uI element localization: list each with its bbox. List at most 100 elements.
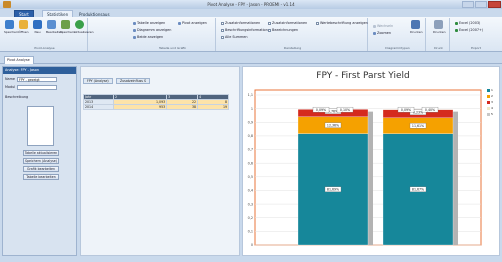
oeffnen-button[interactable]: Öffnen (18, 20, 29, 39)
new-icon (33, 20, 42, 29)
name-input[interactable]: FPY - gezeigt (17, 77, 57, 82)
y-tick-label: 0,3 (248, 202, 253, 206)
split-icon (133, 35, 136, 39)
drucken-button[interactable]: Drucken (433, 20, 446, 39)
checkbox-label: Zusatzinformationen (272, 21, 308, 25)
table-cell[interactable]: 19 (197, 104, 229, 110)
tabelle-aktualisieren-button[interactable]: Tabelle aktualisieren (23, 150, 59, 156)
title-bar: Pivot Analyse - FPY - Jason - PROEMI - v… (0, 0, 502, 9)
data-label: 81,67% (412, 188, 424, 192)
checkbox-label: Zusatzinformationen (225, 21, 261, 25)
excel-2003-button[interactable]: Excel (2003) (455, 21, 480, 26)
toggle-label: Diagramm anzeigen (137, 28, 172, 32)
table-icon (133, 21, 136, 25)
bar-segment (382, 108, 454, 110)
data-label: 81,69% (327, 188, 339, 192)
tabelle-anzeigen-toggle[interactable]: Tabelle anzeigen (133, 21, 165, 26)
checkbox-label: Alle Summen (225, 35, 248, 39)
legend-label: 2 (491, 94, 493, 98)
panel-title: Analyse: FPY - Jason (3, 67, 76, 74)
wertebeschriftung-checkbox[interactable]: Wertebeschriftung anzeigen (316, 21, 368, 26)
y-tick-label: 1 (251, 107, 253, 111)
grafik-bearbeiten-button[interactable]: Grafik bearbeiten (23, 166, 59, 172)
y-tick-label: 0,6 (248, 161, 253, 165)
speichern-button[interactable]: Speichern (4, 20, 19, 39)
legend-swatch (487, 100, 490, 104)
excel-2007-button[interactable]: Excel (2007+) (455, 28, 483, 33)
speichern2-button[interactable]: Speichern (60, 20, 75, 39)
group-export: Excel (2003) Excel (2007+) Export (452, 18, 500, 51)
wechseln-button[interactable]: Wechseln (373, 24, 393, 29)
zoomen-button[interactable]: Zoomen (373, 31, 391, 36)
speichern-analyse-button[interactable]: Speichern (Analyse) (23, 158, 59, 164)
checkbox-icon (221, 35, 224, 39)
diagramm-anzeigen-toggle[interactable]: Diagramm anzeigen (133, 28, 171, 33)
legend-swatch (487, 94, 490, 98)
drucken-grafik-button[interactable]: Drucken (410, 20, 422, 39)
save-icon (5, 20, 14, 29)
modul-input[interactable] (17, 85, 57, 90)
y-tick-label: 0,7 (248, 148, 253, 152)
tabelle-bearbeiten-button[interactable]: Tabelle bearbeiten (23, 174, 59, 180)
legend-label: 5 (491, 112, 493, 116)
field-fpy[interactable]: FPY (Analyse) (83, 78, 113, 84)
legend-label: 4 (491, 106, 493, 110)
group-druck: Drucken Druck (428, 18, 450, 51)
edit-icon (47, 20, 56, 29)
chart-print-icon (411, 20, 420, 29)
chart-panel: FPY - First Parst Yield 0 0,1 0,2 0,3 0,4 0,5… (242, 66, 500, 256)
printer-icon (434, 20, 443, 29)
checkbox-icon (268, 28, 271, 32)
beide-anzeigen-toggle[interactable]: Beide anzeigen (133, 35, 163, 40)
neu-button[interactable]: Neu (32, 20, 43, 39)
field-tabs: FPY (Analyse) Zusatzeinfluss S (83, 78, 152, 84)
bezeichnungen-checkbox[interactable]: Bezeichnungen (268, 28, 298, 33)
table-cell[interactable]: 38 (166, 104, 199, 110)
document-tabs: Pivot Analyse (0, 52, 502, 64)
window-title: Pivot Analyse - FPY - Jason - PROEMI - v… (207, 2, 295, 7)
neu-label: Neu (34, 30, 41, 34)
save-as-icon (61, 20, 70, 29)
bearbeiten-button[interactable]: Bearbeiten (46, 20, 62, 39)
alle-summen-checkbox[interactable]: Alle Summen (221, 35, 248, 40)
y-tick-label: 0 (251, 243, 253, 247)
field-zusatzeinfluss[interactable]: Zusatzeinfluss S (115, 78, 150, 84)
button-label: Wechseln (377, 24, 394, 28)
chart-icon (133, 28, 136, 32)
minimize-button[interactable] (462, 1, 474, 8)
ribbon: Speichern Öffnen Neu Bearbeiten Speicher… (0, 17, 502, 52)
pivot-icon (178, 21, 181, 25)
excel-icon (455, 21, 458, 25)
tab-pivot-analyse[interactable]: Pivot Analyse (4, 56, 34, 64)
zusatzinfo-checkbox[interactable]: Zusatzinformationen (221, 21, 260, 26)
y-tick-label: 0,4 (248, 189, 253, 193)
data-label: 0,10% (340, 108, 350, 112)
legend-swatch (487, 88, 490, 92)
checkbox-label: Wertebeschriftung anzeigen (320, 21, 368, 25)
speichern-label: Speichern (4, 30, 19, 34)
aktualisieren-label: Aktualisieren (74, 30, 94, 34)
beschriftung-checkbox[interactable]: Beschriftungsinformation (221, 28, 268, 33)
table-cell[interactable]: 953 (112, 104, 168, 110)
button-label: Zoomen (377, 31, 392, 35)
aktualisieren-button[interactable]: Aktualisieren (74, 20, 94, 39)
button-label: Excel (2007+) (459, 28, 484, 32)
description-textarea[interactable] (27, 106, 54, 146)
button-label: Drucken (433, 30, 446, 34)
checkbox-label: Beschriftungsinformation (225, 28, 268, 32)
refresh-icon (75, 20, 84, 29)
close-button[interactable] (488, 1, 501, 8)
group-label: Druck (434, 46, 443, 50)
group-label: Diagrammtypen (385, 46, 410, 50)
y-tick-label: 0,8 (248, 134, 253, 138)
data-label: 11,61% (412, 124, 424, 128)
y-tick-label: 0,2 (248, 216, 253, 220)
data-label: 6,23% (413, 111, 423, 115)
zusatzinfo2-checkbox[interactable]: Zusatzinformationen (268, 21, 307, 26)
zoom-icon (373, 31, 376, 35)
maximize-button[interactable] (475, 1, 487, 8)
name-label: Name (5, 77, 16, 81)
checkbox-label: Bezeichnungen (272, 28, 299, 32)
group-darstellung: Zusatzinformationen Zusatzinformationen … (218, 18, 368, 51)
pivot-anzeigen-toggle[interactable]: Pivot anzeigen (178, 21, 207, 26)
